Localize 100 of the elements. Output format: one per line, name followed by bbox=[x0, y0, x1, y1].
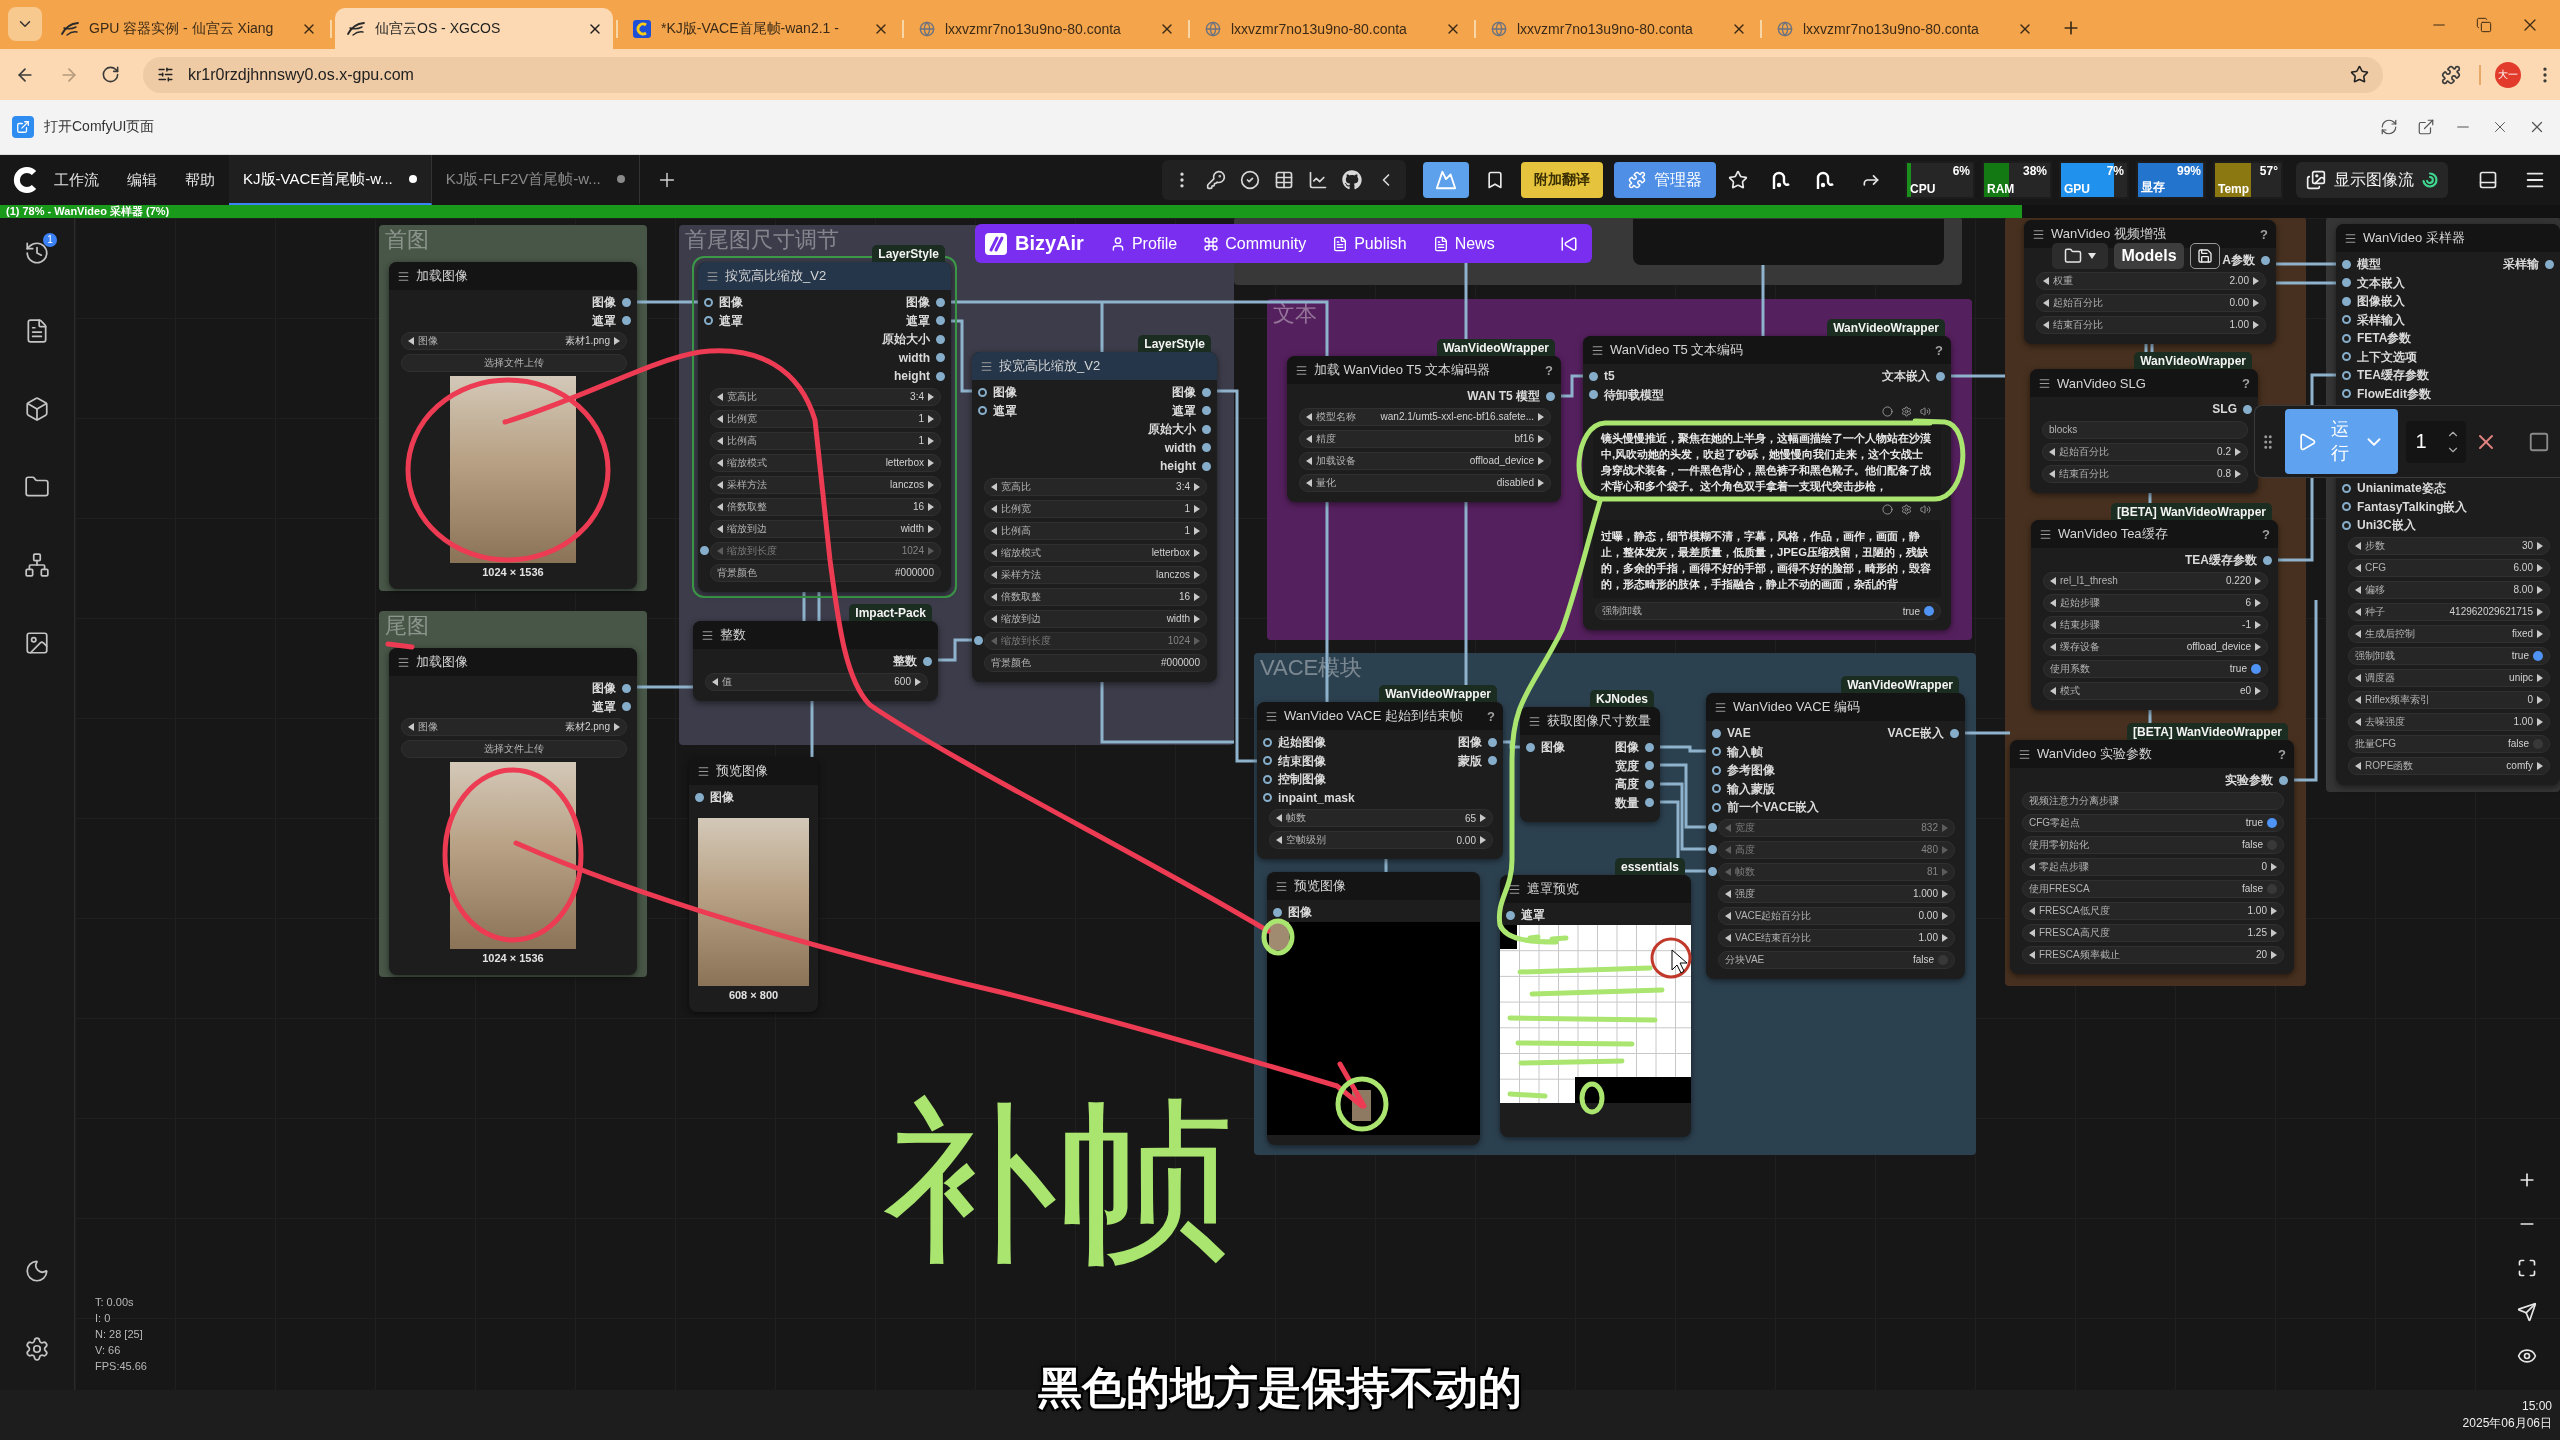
caret-left-icon[interactable] bbox=[2050, 598, 2056, 607]
text-field[interactable]: 视频注意力分离步骤 bbox=[2022, 791, 2284, 810]
browser-tab[interactable]: lxxvzmr7no13u9no-80.conta bbox=[1193, 8, 1471, 49]
caret-left-icon[interactable] bbox=[2043, 320, 2049, 329]
socket-icon[interactable] bbox=[2342, 333, 2351, 343]
caret-left-icon[interactable] bbox=[1725, 911, 1731, 920]
caret-right-icon[interactable] bbox=[2537, 673, 2543, 682]
caret-left-icon[interactable] bbox=[717, 458, 723, 467]
widget-field[interactable]: 缩放模式 letterbox bbox=[984, 543, 1207, 562]
widget-field[interactable]: 图像 素材1.png bbox=[401, 332, 627, 350]
caret-right-icon[interactable] bbox=[928, 392, 934, 401]
caret-right-icon[interactable] bbox=[2537, 541, 2543, 550]
socket-icon[interactable] bbox=[1526, 742, 1535, 752]
widget-field[interactable]: 起始百分比 0.2 bbox=[2042, 442, 2248, 461]
menu-icon[interactable] bbox=[1275, 879, 1288, 893]
caret-left-icon[interactable] bbox=[991, 482, 997, 491]
caret-left-icon[interactable] bbox=[2029, 862, 2035, 871]
menu-icon[interactable] bbox=[1265, 709, 1278, 723]
caret-right-icon[interactable] bbox=[1538, 412, 1544, 421]
socket-icon[interactable] bbox=[704, 316, 713, 326]
caret-right-icon[interactable] bbox=[2537, 607, 2543, 616]
socket-icon[interactable] bbox=[1202, 461, 1211, 471]
caret-right-icon[interactable] bbox=[1538, 478, 1544, 487]
widget-field[interactable]: 精度 bf16 bbox=[1299, 429, 1551, 448]
bookmark-icon[interactable] bbox=[1485, 170, 1505, 190]
play-icon[interactable] bbox=[2297, 431, 2318, 452]
widget-field[interactable]: 去噪强度 1.00 bbox=[2348, 712, 2550, 731]
socket-icon[interactable] bbox=[973, 636, 983, 645]
socket-icon[interactable] bbox=[2342, 296, 2351, 306]
caret-left-icon[interactable] bbox=[2049, 447, 2055, 456]
caret-left-icon[interactable] bbox=[717, 480, 723, 489]
speaker-icon[interactable] bbox=[1920, 405, 1931, 417]
logo-icon[interactable] bbox=[985, 232, 1007, 255]
socket-icon[interactable] bbox=[1712, 765, 1721, 775]
help-mark[interactable]: ? bbox=[1545, 362, 1553, 378]
images-icon[interactable] bbox=[2306, 170, 2326, 190]
caret-right-icon[interactable] bbox=[2253, 276, 2259, 285]
history-icon[interactable] bbox=[24, 240, 50, 266]
key-icon[interactable] bbox=[1206, 170, 1226, 190]
socket-icon[interactable] bbox=[936, 371, 945, 381]
settings-icon[interactable] bbox=[1901, 405, 1912, 417]
socket-icon[interactable] bbox=[2342, 502, 2351, 512]
caret-left-icon[interactable] bbox=[2050, 620, 2056, 629]
widget-field[interactable]: 结束百分比 0.8 bbox=[2042, 464, 2248, 483]
cube-icon[interactable] bbox=[24, 396, 50, 422]
caret-left-icon[interactable] bbox=[1306, 456, 1312, 465]
toggle-icon[interactable] bbox=[1924, 606, 1934, 616]
nav-link[interactable]: News bbox=[1432, 234, 1495, 253]
socket-icon[interactable] bbox=[1506, 910, 1515, 920]
caret-right-icon[interactable] bbox=[2255, 598, 2261, 607]
widget-field[interactable]: 起始百分比 0.00 bbox=[2036, 293, 2266, 312]
menu-icon[interactable] bbox=[1295, 363, 1308, 377]
arch-icon[interactable] bbox=[1772, 170, 1790, 190]
socket-icon[interactable] bbox=[2342, 352, 2351, 362]
socket-icon[interactable] bbox=[2261, 255, 2270, 265]
caret-right-icon[interactable] bbox=[928, 436, 934, 445]
menu-icon[interactable] bbox=[2039, 527, 2052, 541]
socket-icon[interactable] bbox=[2263, 555, 2272, 565]
reload-icon[interactable] bbox=[101, 65, 120, 84]
nav-link[interactable]: Publish bbox=[1332, 234, 1407, 253]
folder-icon[interactable] bbox=[2064, 247, 2082, 265]
widget-field[interactable]: Riflex频率索引 0 bbox=[2348, 690, 2550, 709]
caret-left-icon[interactable] bbox=[2050, 686, 2056, 695]
caret-right-icon[interactable] bbox=[2253, 320, 2259, 329]
command-icon[interactable] bbox=[1203, 235, 1220, 252]
socket-icon[interactable] bbox=[1589, 390, 1598, 400]
panel-icon[interactable] bbox=[2478, 170, 2498, 190]
caret-left-icon[interactable] bbox=[2355, 695, 2361, 704]
widget-field[interactable]: FRESCA低尺度 1.00 bbox=[2022, 901, 2284, 920]
settings-icon[interactable] bbox=[24, 1336, 50, 1362]
caret-right-icon[interactable] bbox=[1942, 933, 1948, 942]
socket-icon[interactable] bbox=[704, 297, 713, 307]
browser-tab[interactable]: lxxvzmr7no13u9no-80.conta bbox=[907, 8, 1185, 49]
fit-view-icon[interactable] bbox=[2517, 1258, 2537, 1278]
socket-icon[interactable] bbox=[923, 656, 932, 666]
menu-item[interactable]: 工作流 bbox=[40, 170, 113, 190]
socket-icon[interactable] bbox=[1546, 391, 1555, 401]
caret-left-icon[interactable] bbox=[991, 592, 997, 601]
menu-icon[interactable] bbox=[2038, 376, 2051, 390]
caret-right-icon[interactable] bbox=[1942, 911, 1948, 920]
toggle-icon[interactable] bbox=[2251, 663, 2261, 674]
widget-field[interactable]: 缩放到边 width bbox=[984, 609, 1207, 628]
avatar[interactable]: 大一 bbox=[2495, 61, 2521, 88]
caret-left-icon[interactable] bbox=[2029, 928, 2035, 937]
socket-icon[interactable] bbox=[1273, 907, 1282, 917]
menu-icon[interactable] bbox=[1508, 882, 1521, 896]
caret-right-icon[interactable] bbox=[1480, 814, 1486, 822]
menu-item[interactable]: 编辑 bbox=[113, 170, 171, 190]
widget-field[interactable]: 图像 素材2.png bbox=[401, 718, 627, 736]
caret-left-icon[interactable] bbox=[2355, 541, 2361, 550]
caret-right-icon[interactable] bbox=[2537, 629, 2543, 638]
socket-icon[interactable] bbox=[622, 702, 631, 712]
socket-icon[interactable] bbox=[1202, 387, 1211, 397]
image-icon[interactable] bbox=[24, 630, 50, 656]
table-icon[interactable] bbox=[1274, 170, 1294, 190]
caret-right-icon[interactable] bbox=[614, 337, 620, 345]
caret-right-icon[interactable] bbox=[2537, 695, 2543, 704]
browser-tab[interactable]: GPU 容器实例 - 仙宫云 Xiang bbox=[49, 8, 327, 49]
caret-left-icon[interactable] bbox=[1276, 814, 1282, 822]
square-icon[interactable] bbox=[2528, 430, 2550, 453]
